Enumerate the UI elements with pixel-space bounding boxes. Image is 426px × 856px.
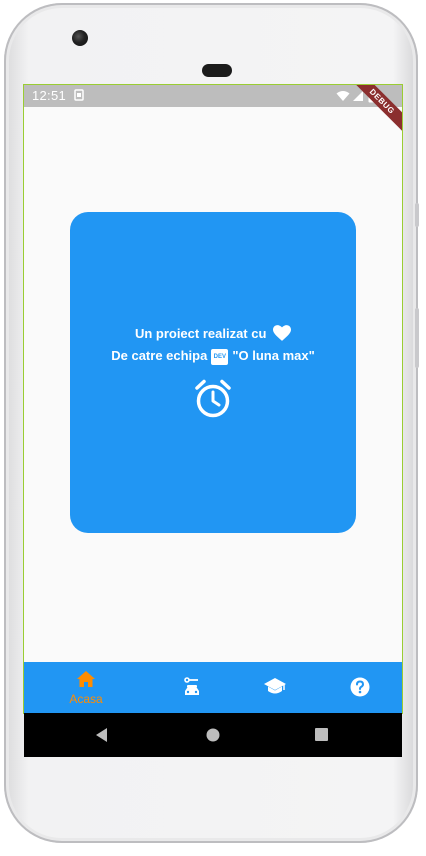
about-card: Un proiect realizat cu De catre echipa DE… xyxy=(70,212,356,533)
status-time: 12:51 xyxy=(32,88,67,103)
system-navigation-bar xyxy=(24,713,402,757)
team-prefix: De catre echipa xyxy=(111,348,208,363)
home-icon xyxy=(77,671,95,692)
heart-icon xyxy=(273,325,292,344)
home-circle-icon[interactable] xyxy=(206,728,220,747)
help-icon xyxy=(350,677,370,702)
host-window-strip xyxy=(0,846,426,856)
app-screen: 12:51 DEBUG Un proiect realizat cu De ca… xyxy=(23,84,403,714)
sim-icon xyxy=(74,89,84,104)
alarm-clock-icon xyxy=(194,379,232,424)
wifi-icon xyxy=(336,90,350,105)
earpiece-speaker xyxy=(202,64,232,77)
nav-item-learn[interactable] xyxy=(258,662,294,713)
signal-icon xyxy=(352,90,364,105)
about-line-1-text: Un proiect realizat cu xyxy=(134,325,267,341)
recents-icon[interactable] xyxy=(315,728,328,746)
about-line-1: Un proiect realizat cu xyxy=(70,325,356,344)
back-icon[interactable] xyxy=(96,728,108,747)
front-camera xyxy=(72,30,88,46)
volume-button xyxy=(415,308,419,368)
nav-label-acasa: Acasa xyxy=(69,692,103,706)
about-line-2: De catre echipa DEV "O luna max" xyxy=(70,348,356,365)
nav-item-acasa[interactable]: Acasa xyxy=(56,662,116,713)
car-service-icon xyxy=(184,677,200,702)
bottom-navigation: Acasa xyxy=(24,662,402,713)
nav-item-help[interactable] xyxy=(342,662,378,713)
dev-icon: DEV xyxy=(211,348,229,365)
status-bar: 12:51 DEBUG xyxy=(24,85,402,135)
power-button xyxy=(415,203,419,227)
team-name: "O luna max" xyxy=(232,348,315,363)
graduation-cap-icon xyxy=(264,678,286,701)
nav-item-service[interactable] xyxy=(174,662,210,713)
